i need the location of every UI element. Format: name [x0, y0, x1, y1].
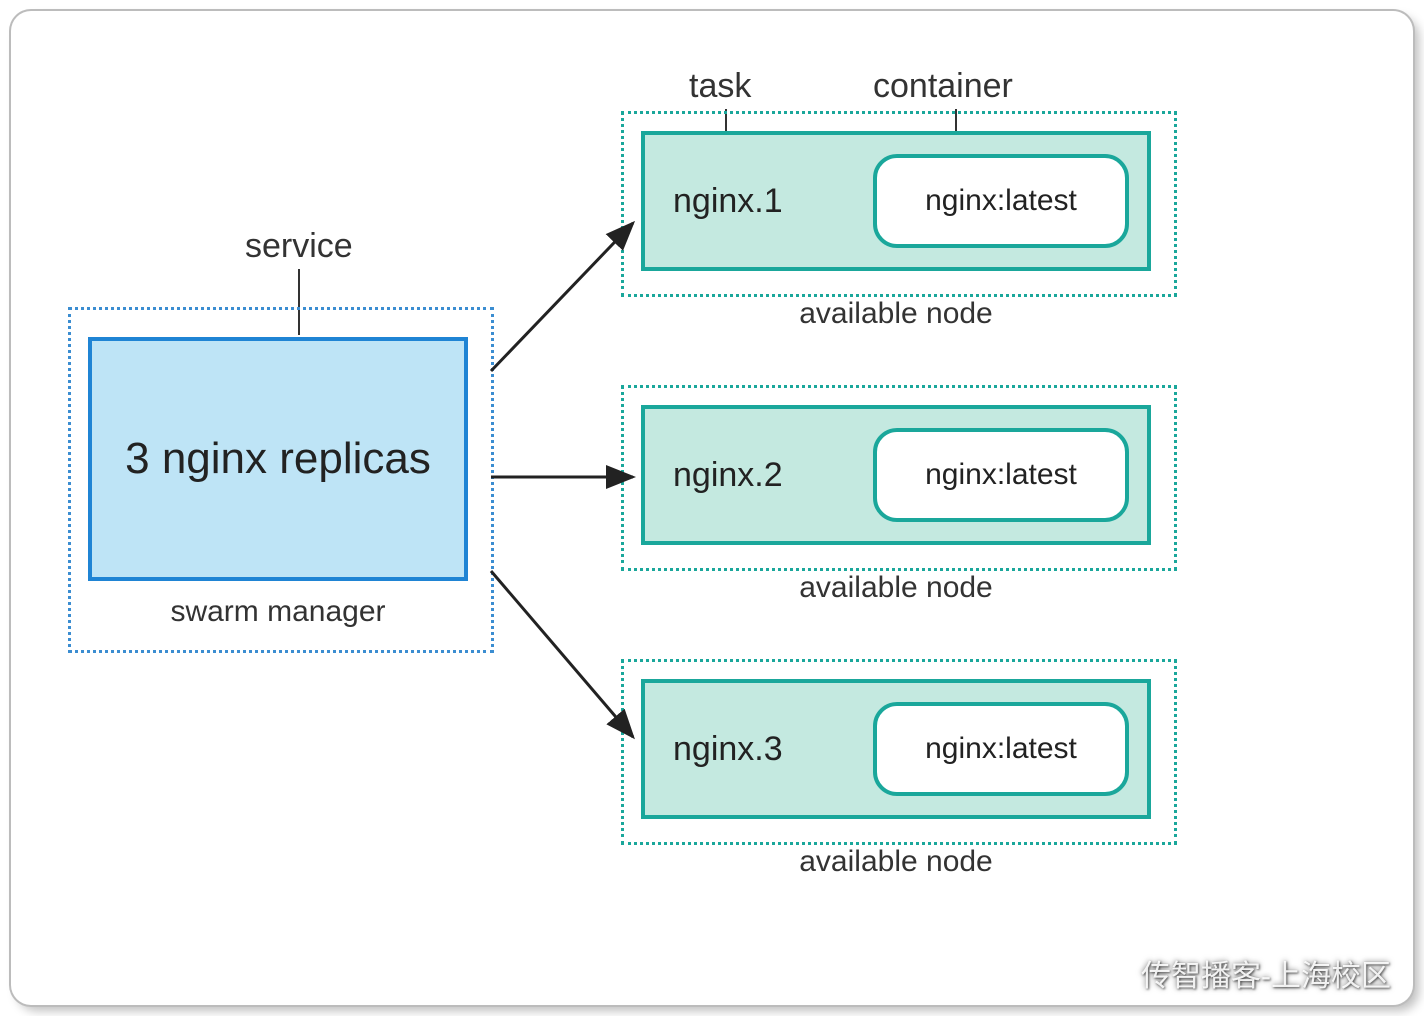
- service-box: 3 nginx replicas: [88, 337, 468, 581]
- container-text-1: nginx:latest: [925, 184, 1077, 218]
- task-name-1: nginx.1: [645, 182, 873, 221]
- task-box-3: nginx.3 nginx:latest: [641, 679, 1151, 819]
- node-caption-3: available node: [621, 845, 1171, 879]
- container-box-1: nginx:latest: [873, 154, 1129, 248]
- diagram-frame: service task container 3 nginx replicas …: [11, 11, 1413, 1005]
- label-container: container: [873, 67, 1013, 106]
- node-caption-2: available node: [621, 571, 1171, 605]
- service-box-text: 3 nginx replicas: [125, 434, 431, 484]
- node-caption-1: available node: [621, 297, 1171, 331]
- arrow-to-node-3: [491, 571, 633, 737]
- label-service: service: [245, 227, 353, 266]
- task-name-3: nginx.3: [645, 730, 873, 769]
- container-box-2: nginx:latest: [873, 428, 1129, 522]
- container-text-2: nginx:latest: [925, 458, 1077, 492]
- swarm-manager-caption: swarm manager: [68, 595, 488, 629]
- label-task: task: [689, 67, 751, 106]
- arrow-to-node-1: [491, 223, 633, 371]
- container-text-3: nginx:latest: [925, 732, 1077, 766]
- task-box-1: nginx.1 nginx:latest: [641, 131, 1151, 271]
- watermark-text: 传智播客-上海校区: [1141, 951, 1391, 995]
- task-box-2: nginx.2 nginx:latest: [641, 405, 1151, 545]
- task-name-2: nginx.2: [645, 456, 873, 495]
- container-box-3: nginx:latest: [873, 702, 1129, 796]
